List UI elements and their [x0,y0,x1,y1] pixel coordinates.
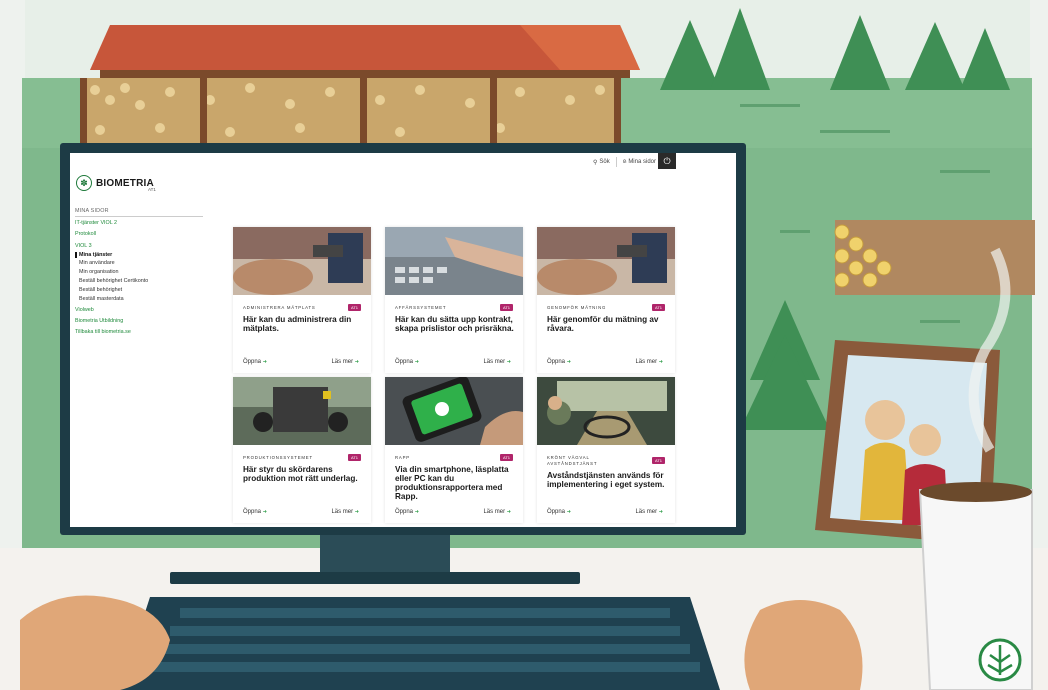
env-badge: AT1 [651,304,665,311]
card-category: AFFÄRSSYSTEMET [395,305,447,310]
my-pages-label: Mina sidor [628,159,656,165]
power-icon: ⏻ [663,155,671,166]
open-link[interactable]: Öppna ➜ [547,359,571,365]
read-more-label: Läs mer [635,359,658,365]
arrow-icon: ➜ [506,509,511,515]
brand-logo[interactable]: ✽ BIOMETRIA AT1 [76,175,156,192]
sidebar-item-tillbaka[interactable]: Tillbaka till biometria.se [75,329,203,335]
user-icon: ⍝ [622,158,627,165]
read-more-label: Läs mer [483,509,506,515]
arrow-icon: ➜ [262,509,267,515]
arrow-icon: ➜ [262,359,267,365]
read-more-link[interactable]: Läs mer ➜ [331,359,359,365]
read-more-link[interactable]: Läs mer ➜ [331,509,359,515]
read-more-link[interactable]: Läs mer ➜ [483,359,511,365]
sidebar-item-masterdata[interactable]: Beställ masterdata [79,296,203,302]
card-title: Här genomför du mätning av råvara. [547,315,659,333]
read-more-link[interactable]: Läs mer ➜ [635,359,663,365]
service-card[interactable]: KRÖNT VÄGVAL AVSTÅNDSTJÄNST AT1 Avstånds… [537,377,675,523]
sidebar-item-viol3[interactable]: VIOL 3 [75,243,203,249]
open-link[interactable]: Öppna ➜ [243,509,267,515]
arrow-icon: ➜ [414,509,419,515]
card-image-truck-cab [537,377,675,445]
sidebar-item-min-organisation[interactable]: Min organisation [79,269,203,275]
arrow-icon: ➜ [566,509,571,515]
read-more-link[interactable]: Läs mer ➜ [635,509,663,515]
open-label: Öppna [547,359,566,365]
tree-icon: ✽ [76,175,92,191]
sidebar-item-protokoll[interactable]: Protokoll [75,231,203,237]
read-more-label: Läs mer [331,359,354,365]
card-image-log-saw [537,227,675,295]
sidebar-item-certikonto[interactable]: Beställ behörighet Certikonto [79,278,203,284]
arrow-icon: ➜ [354,359,359,365]
sidebar-item-it-tjanster[interactable]: IT-tjänster VIOL 2 [75,220,203,226]
card-title: Avståndstjänsten används för implementer… [547,471,665,489]
read-more-label: Läs mer [331,509,354,515]
search-link[interactable]: ⚲ Sök [593,159,610,166]
app-screen: ⚲ Sök ⍝ Mina sidor ⏻ ✽ BIOMETRIA AT1 MIN… [70,153,736,527]
env-badge: AT1 [499,304,513,311]
card-category: KRÖNT VÄGVAL AVSTÅNDSTJÄNST [547,455,598,466]
arrow-icon: ➜ [414,359,419,365]
service-card[interactable]: RAPP AT1 Via din smartphone, läsplatta e… [385,377,523,523]
brand-env: AT1 [148,187,156,192]
open-label: Öppna [395,509,414,515]
open-label: Öppna [547,509,566,515]
search-icon: ⚲ [592,159,598,166]
sidebar: MINA SIDOR IT-tjänster VIOL 2 Protokoll … [75,208,203,341]
service-card[interactable]: PRODUKTIONSSYSTEMET AT1 Här styr du skör… [233,377,371,523]
arrow-icon: ➜ [658,509,663,515]
env-badge: AT1 [347,304,361,311]
card-category: RAPP [395,455,410,460]
divider [615,157,617,167]
service-card[interactable]: AFFÄRSSYSTEMET AT1 Här kan du sätta upp … [385,227,523,373]
env-badge: AT1 [651,457,665,464]
card-image-keyboard [385,227,523,295]
card-title: Här kan du sätta upp kontrakt, skapa pri… [395,315,514,333]
sidebar-item-min-anvandare[interactable]: Min användare [79,260,203,266]
arrow-icon: ➜ [506,359,511,365]
open-link[interactable]: Öppna ➜ [395,509,419,515]
arrow-icon: ➜ [354,509,359,515]
card-image-log-saw [233,227,371,295]
env-badge: AT1 [499,454,513,461]
env-badge: AT1 [347,454,361,461]
card-title: Via din smartphone, läsplatta eller PC k… [395,465,509,501]
my-pages-link[interactable]: ⍝ Mina sidor [623,159,656,166]
open-link[interactable]: Öppna ➜ [547,509,571,515]
card-title: Här styr du skördarens produktion mot rä… [243,465,358,483]
read-more-label: Läs mer [483,359,506,365]
search-label: Sök [599,159,610,165]
card-category: GENOMFÖR MÄTNING [547,305,607,310]
sidebar-heading: MINA SIDOR [75,208,203,217]
open-label: Öppna [395,359,414,365]
read-more-link[interactable]: Läs mer ➜ [483,509,511,515]
sidebar-item-behorighet[interactable]: Beställ behörighet [79,287,203,293]
open-link[interactable]: Öppna ➜ [395,359,419,365]
read-more-label: Läs mer [635,509,658,515]
card-title: Här kan du administrera din mätplats. [243,315,352,333]
arrow-icon: ➜ [658,359,663,365]
brand-name: BIOMETRIA [96,177,154,189]
arrow-icon: ➜ [566,359,571,365]
sidebar-item-mina-tjanster[interactable]: Mina tjänster [75,251,203,258]
sidebar-item-violweb[interactable]: Violweb [75,307,203,313]
card-category: ADMINISTRERA MÄTPLATS [243,305,316,310]
card-category: PRODUKTIONSSYSTEMET [243,455,313,460]
service-card[interactable]: GENOMFÖR MÄTNING AT1 Här genomför du mät… [537,227,675,373]
card-image-phone [385,377,523,445]
sidebar-item-utbildning[interactable]: Biometria Utbildning [75,318,203,324]
open-label: Öppna [243,509,262,515]
card-image-harvester [233,377,371,445]
service-card[interactable]: ADMINISTRERA MÄTPLATS AT1 Här kan du adm… [233,227,371,373]
open-link[interactable]: Öppna ➜ [243,359,267,365]
open-label: Öppna [243,359,262,365]
power-button[interactable]: ⏻ [658,153,676,169]
